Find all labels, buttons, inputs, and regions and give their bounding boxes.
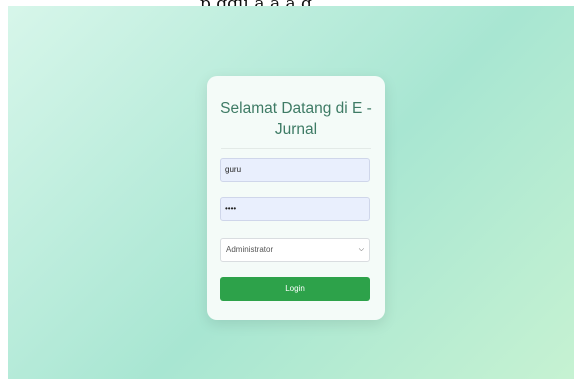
role-select-value: Administrator	[226, 245, 274, 254]
login-card: Selamat Datang di E - Jurnal guru •••• A…	[207, 76, 385, 320]
page-title: Selamat Datang di E - Jurnal	[220, 100, 372, 138]
role-select[interactable]: Administrator ⌵	[220, 238, 370, 262]
title-divider	[221, 148, 371, 149]
page-background: Selamat Datang di E - Jurnal guru •••• A…	[8, 6, 574, 379]
username-input[interactable]: guru	[220, 158, 370, 182]
password-input[interactable]: ••••	[220, 197, 370, 221]
chevron-down-icon: ⌵	[358, 246, 364, 253]
login-button[interactable]: Login	[220, 277, 370, 301]
